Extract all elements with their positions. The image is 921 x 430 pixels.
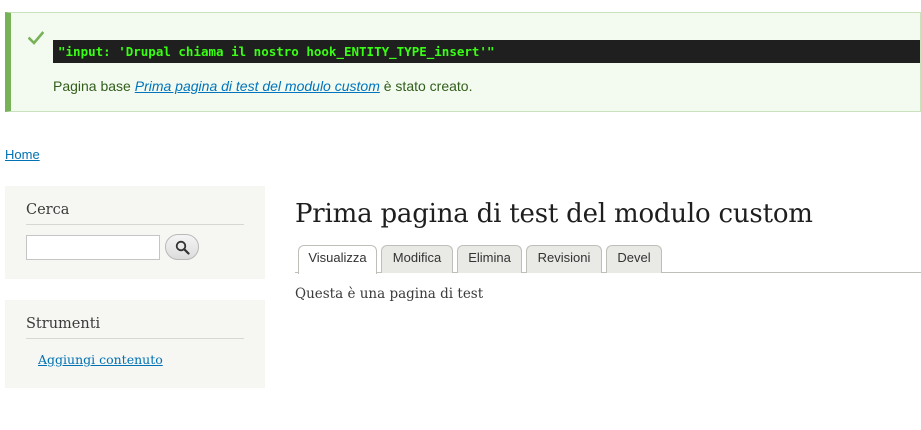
search-icon [175, 240, 190, 255]
breadcrumb: Home [5, 147, 40, 162]
created-page-link[interactable]: Prima pagina di test del modulo custom [135, 78, 380, 94]
status-message: "input: 'Drupal chiama il nostro hook_EN… [5, 12, 921, 112]
status-prefix: Pagina base [53, 78, 135, 94]
search-input[interactable] [26, 235, 160, 260]
check-icon [28, 31, 44, 45]
tab-revisioni[interactable]: Revisioni [526, 245, 602, 273]
tools-block: Strumenti Aggiungi contenuto [5, 300, 265, 388]
page-body-text: Questa è una pagina di test [295, 286, 484, 302]
tab-visualizza[interactable]: Visualizza [298, 245, 377, 274]
search-button[interactable] [165, 234, 199, 260]
add-content-link[interactable]: Aggiungi contenuto [38, 352, 163, 367]
status-message-text: Pagina base Prima pagina di test del mod… [53, 78, 472, 94]
status-suffix: è stato creato. [379, 78, 473, 94]
debug-output: "input: 'Drupal chiama il nostro hook_EN… [53, 40, 920, 63]
tools-block-title: Strumenti [26, 316, 244, 339]
tab-modifica[interactable]: Modifica [381, 245, 453, 273]
tab-devel[interactable]: Devel [606, 245, 662, 273]
search-block-title: Cerca [26, 202, 244, 225]
tab-elimina[interactable]: Elimina [457, 245, 522, 273]
breadcrumb-home-link[interactable]: Home [5, 147, 40, 162]
local-tasks-tabs: Visualizza Modifica Elimina Revisioni De… [295, 245, 921, 274]
search-block: Cerca [5, 186, 265, 279]
page-title: Prima pagina di test del modulo custom [295, 199, 813, 229]
